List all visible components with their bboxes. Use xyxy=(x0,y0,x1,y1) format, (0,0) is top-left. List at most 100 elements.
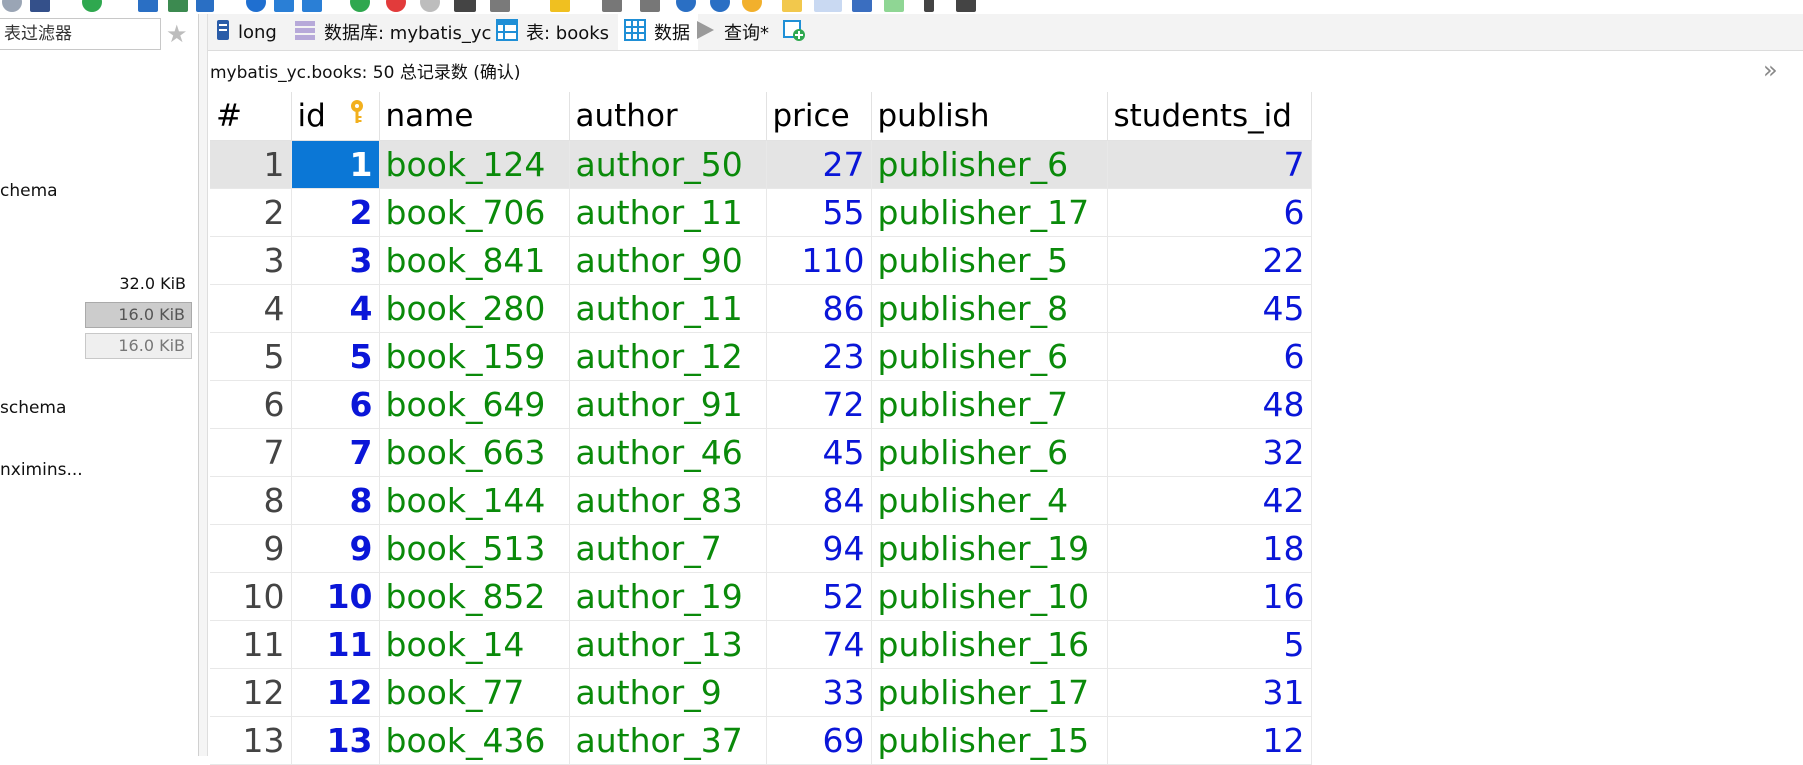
cell-name[interactable]: book_159 xyxy=(379,332,570,381)
more-icon[interactable] xyxy=(196,0,214,12)
cell-author[interactable]: author_50 xyxy=(569,140,767,189)
tab-host[interactable]: long xyxy=(216,14,277,50)
row-number[interactable]: 1 xyxy=(210,140,292,189)
run-icon[interactable] xyxy=(490,0,510,12)
cell-id[interactable]: 8 xyxy=(291,476,380,525)
cell-author[interactable]: author_83 xyxy=(569,476,767,525)
row-number[interactable]: 6 xyxy=(210,380,292,429)
print-icon[interactable] xyxy=(30,0,50,12)
binary-icon[interactable] xyxy=(814,0,842,12)
cell-name[interactable]: book_436 xyxy=(379,716,570,765)
cell-students-id[interactable]: 7 xyxy=(1107,140,1312,189)
cell-name[interactable]: book_513 xyxy=(379,524,570,573)
row-number[interactable]: 11 xyxy=(210,620,292,669)
cell-id[interactable]: 11 xyxy=(291,620,380,669)
cell-name[interactable]: book_124 xyxy=(379,140,570,189)
table-row[interactable]: 7 7 book_663 author_46 45 publisher_6 32 xyxy=(210,428,1312,477)
cell-publish[interactable]: publisher_8 xyxy=(871,284,1108,333)
star-icon[interactable]: ★ xyxy=(166,20,188,48)
cell-id[interactable]: 13 xyxy=(291,716,380,765)
cell-author[interactable]: author_12 xyxy=(569,332,767,381)
table-row[interactable]: 13 13 book_436 author_37 69 publisher_15 12 xyxy=(210,716,1312,765)
row-number[interactable]: 7 xyxy=(210,428,292,477)
cell-price[interactable]: 94 xyxy=(766,524,872,573)
cell-publish[interactable]: publisher_17 xyxy=(871,188,1108,237)
cell-publish[interactable]: publisher_7 xyxy=(871,380,1108,429)
cell-id[interactable]: 9 xyxy=(291,524,380,573)
cell-price[interactable]: 33 xyxy=(766,668,872,717)
info-icon[interactable] xyxy=(246,0,266,12)
sidebar-item[interactable]: chema xyxy=(0,181,58,201)
confirm-icon[interactable] xyxy=(420,0,440,12)
wrap-icon[interactable] xyxy=(852,0,872,12)
cell-name[interactable]: book_706 xyxy=(379,188,570,237)
tab-data[interactable]: 数据 xyxy=(618,14,698,50)
cell-name[interactable]: book_14 xyxy=(379,620,570,669)
column-header-price[interactable]: price xyxy=(766,92,872,141)
cell-students-id[interactable]: 45 xyxy=(1107,284,1312,333)
cell-id[interactable]: 7 xyxy=(291,428,380,477)
table-row[interactable]: 5 5 book_159 author_12 23 publisher_6 6 xyxy=(210,332,1312,381)
cell-name[interactable]: book_649 xyxy=(379,380,570,429)
cell-name[interactable]: book_77 xyxy=(379,668,570,717)
cell-students-id[interactable]: 5 xyxy=(1107,620,1312,669)
tab-table[interactable]: 表: books xyxy=(496,14,609,50)
cell-id[interactable]: 3 xyxy=(291,236,380,285)
table-row[interactable]: 12 12 book_77 author_9 33 publisher_17 31 xyxy=(210,668,1312,717)
cell-publish[interactable]: publisher_6 xyxy=(871,428,1108,477)
cell-id[interactable]: 5 xyxy=(291,332,380,381)
sidebar-splitter[interactable] xyxy=(199,14,208,756)
cell-author[interactable]: author_11 xyxy=(569,284,767,333)
row-number[interactable]: 4 xyxy=(210,284,292,333)
close-icon[interactable] xyxy=(956,0,976,12)
highlight-icon[interactable] xyxy=(884,0,904,12)
alert-icon[interactable] xyxy=(782,0,802,12)
sidebar-item[interactable]: nximins... xyxy=(0,460,83,480)
cell-price[interactable]: 74 xyxy=(766,620,872,669)
cell-name[interactable]: book_663 xyxy=(379,428,570,477)
table-row[interactable]: 11 11 book_14 author_13 74 publisher_16 5 xyxy=(210,620,1312,669)
cell-students-id[interactable]: 18 xyxy=(1107,524,1312,573)
last-record-icon[interactable] xyxy=(302,0,322,12)
cell-price[interactable]: 23 xyxy=(766,332,872,381)
export-icon[interactable] xyxy=(168,0,188,12)
cell-publish[interactable]: publisher_17 xyxy=(871,668,1108,717)
cell-author[interactable]: author_37 xyxy=(569,716,767,765)
cell-id[interactable]: 2 xyxy=(291,188,380,237)
cell-students-id[interactable]: 22 xyxy=(1107,236,1312,285)
column-header-id[interactable]: id xyxy=(291,92,380,141)
cell-students-id[interactable]: 12 xyxy=(1107,716,1312,765)
row-number[interactable]: 8 xyxy=(210,476,292,525)
cell-publish[interactable]: publisher_6 xyxy=(871,140,1108,189)
table-row[interactable]: 6 6 book_649 author_91 72 publisher_7 48 xyxy=(210,380,1312,429)
cell-id[interactable]: 4 xyxy=(291,284,380,333)
user-icon[interactable] xyxy=(742,0,762,12)
cell-id[interactable]: 10 xyxy=(291,572,380,621)
row-number[interactable]: 3 xyxy=(210,236,292,285)
pin-icon[interactable] xyxy=(924,0,934,12)
cell-author[interactable]: author_13 xyxy=(569,620,767,669)
cell-price[interactable]: 52 xyxy=(766,572,872,621)
row-number[interactable]: 12 xyxy=(210,668,292,717)
refresh-icon[interactable] xyxy=(2,0,22,12)
cell-publish[interactable]: publisher_6 xyxy=(871,332,1108,381)
cell-id[interactable]: 1 xyxy=(291,140,380,189)
tab-database[interactable]: 数据库: mybatis_yc xyxy=(294,14,491,50)
row-number[interactable]: 10 xyxy=(210,572,292,621)
table-row[interactable]: 9 9 book_513 author_7 94 publisher_19 18 xyxy=(210,524,1312,573)
cell-price[interactable]: 55 xyxy=(766,188,872,237)
cell-students-id[interactable]: 16 xyxy=(1107,572,1312,621)
row-number[interactable]: 13 xyxy=(210,716,292,765)
column-header-publish[interactable]: publish xyxy=(871,92,1108,141)
cell-author[interactable]: author_11 xyxy=(569,188,767,237)
cell-price[interactable]: 84 xyxy=(766,476,872,525)
cell-students-id[interactable]: 48 xyxy=(1107,380,1312,429)
cell-name[interactable]: book_841 xyxy=(379,236,570,285)
collapse-panel-icon[interactable]: » xyxy=(1763,56,1778,84)
table-row[interactable]: 2 2 book_706 author_11 55 publisher_17 6 xyxy=(210,188,1312,237)
table-filter-input[interactable] xyxy=(0,19,158,49)
search-icon[interactable] xyxy=(676,0,696,12)
cell-students-id[interactable]: 31 xyxy=(1107,668,1312,717)
cell-author[interactable]: author_91 xyxy=(569,380,767,429)
cell-publish[interactable]: publisher_15 xyxy=(871,716,1108,765)
